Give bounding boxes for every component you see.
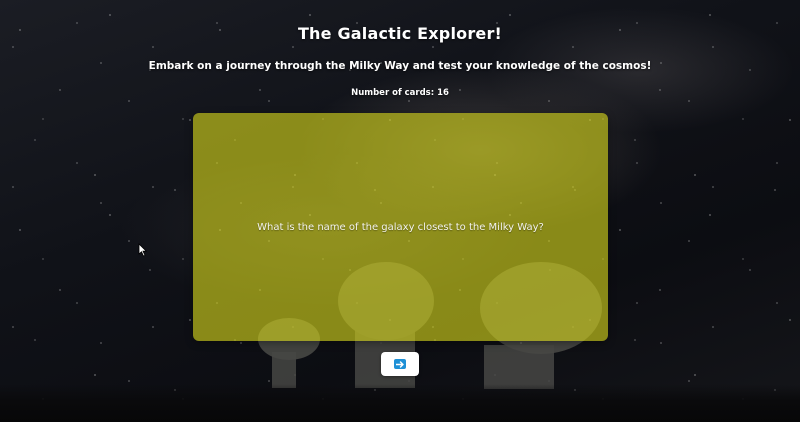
mouse-cursor-icon: [138, 243, 148, 257]
next-card-button[interactable]: [381, 352, 419, 376]
card-count: Number of cards: 16: [351, 88, 449, 98]
horizon-ground: [0, 384, 800, 422]
flashcard[interactable]: What is the name of the galaxy closest t…: [193, 113, 608, 341]
page-title: The Galactic Explorer!: [297, 24, 503, 43]
page-subtitle: Embark on a journey through the Milky Wa…: [148, 60, 652, 72]
right-arrow-icon: [394, 359, 406, 369]
flashcard-question: What is the name of the galaxy closest t…: [257, 221, 544, 233]
